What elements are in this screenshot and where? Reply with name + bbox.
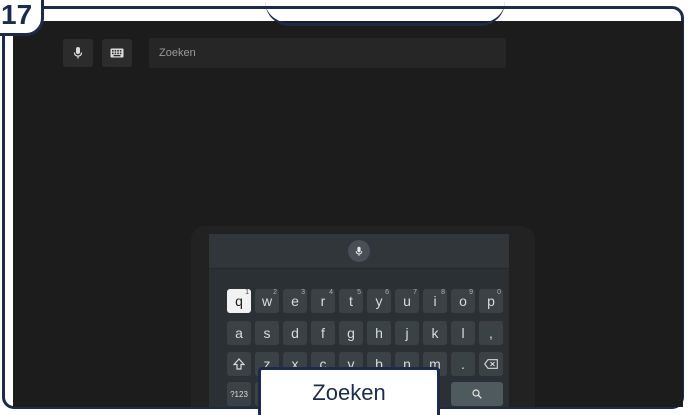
keyboard-voice-bar bbox=[209, 234, 509, 269]
search-input[interactable]: Zoeken bbox=[149, 38, 506, 68]
key-label: q bbox=[235, 293, 243, 309]
keyboard-icon bbox=[110, 48, 124, 58]
key-number-hint: 9 bbox=[469, 289, 473, 296]
key-d[interactable]: d bbox=[283, 321, 307, 345]
key-label: u bbox=[403, 293, 411, 309]
key-number-hint: 6 bbox=[385, 289, 389, 296]
key-i[interactable]: i 8 bbox=[423, 289, 447, 313]
key-y[interactable]: y 6 bbox=[367, 289, 391, 313]
key-t[interactable]: t 5 bbox=[339, 289, 363, 313]
search-icon bbox=[472, 389, 482, 399]
symbols-key[interactable]: ?123 bbox=[227, 382, 251, 406]
keyboard-button[interactable] bbox=[102, 39, 132, 67]
key-g[interactable]: g bbox=[339, 321, 363, 345]
step-number: 17 bbox=[1, 0, 33, 30]
step-number-badge: 17 bbox=[0, 0, 44, 36]
key-e[interactable]: e 3 bbox=[283, 289, 307, 313]
caption-label: Zoeken bbox=[258, 367, 440, 415]
backspace-icon bbox=[484, 359, 498, 369]
key-w[interactable]: w 2 bbox=[255, 289, 279, 313]
shift-icon bbox=[233, 358, 245, 370]
key-k[interactable]: k bbox=[423, 321, 447, 345]
backspace-key[interactable] bbox=[479, 352, 503, 376]
search-key[interactable] bbox=[451, 382, 503, 406]
key-number-hint: 2 bbox=[273, 289, 277, 296]
key-q[interactable]: q 1 bbox=[227, 289, 251, 313]
keyboard-mic-button[interactable] bbox=[348, 240, 370, 262]
key-label: t bbox=[349, 293, 353, 309]
key-number-hint: 4 bbox=[329, 289, 333, 296]
tv-screen: Zoeken q 1 w 2 e 3 r 4 t 5 y 6 u 7 i 8 o… bbox=[13, 21, 683, 407]
tutorial-frame: Zoeken q 1 w 2 e 3 r 4 t 5 y 6 u 7 i 8 o… bbox=[2, 6, 684, 409]
key-f[interactable]: f bbox=[311, 321, 335, 345]
key-label: w bbox=[261, 293, 273, 309]
key-p[interactable]: p 0 bbox=[479, 289, 503, 313]
key-h[interactable]: h bbox=[367, 321, 391, 345]
voice-search-button[interactable] bbox=[63, 39, 93, 67]
key-a[interactable]: a bbox=[227, 321, 251, 345]
key-r[interactable]: r 4 bbox=[311, 289, 335, 313]
key-u[interactable]: u 7 bbox=[395, 289, 419, 313]
key-label: i bbox=[433, 293, 437, 309]
key-number-hint: 7 bbox=[413, 289, 417, 296]
decorative-curve bbox=[265, 1, 505, 26]
key-l[interactable]: l bbox=[451, 321, 475, 345]
key-period[interactable]: . bbox=[451, 352, 475, 376]
key-label: p bbox=[487, 293, 495, 309]
key-s[interactable]: s bbox=[255, 321, 279, 345]
microphone-icon bbox=[73, 47, 83, 59]
key-number-hint: 5 bbox=[357, 289, 361, 296]
key-j[interactable]: j bbox=[395, 321, 419, 345]
key-number-hint: 3 bbox=[301, 289, 305, 296]
key-comma[interactable]: , bbox=[479, 321, 503, 345]
key-label: r bbox=[320, 293, 326, 309]
key-number-hint: 1 bbox=[245, 289, 249, 296]
key-label: y bbox=[375, 293, 383, 309]
key-number-hint: 8 bbox=[441, 289, 445, 296]
key-label: e bbox=[291, 293, 299, 309]
key-label: o bbox=[459, 293, 467, 309]
key-o[interactable]: o 9 bbox=[451, 289, 475, 313]
shift-key[interactable] bbox=[227, 352, 251, 376]
key-number-hint: 0 bbox=[497, 289, 501, 296]
microphone-icon bbox=[355, 246, 363, 256]
